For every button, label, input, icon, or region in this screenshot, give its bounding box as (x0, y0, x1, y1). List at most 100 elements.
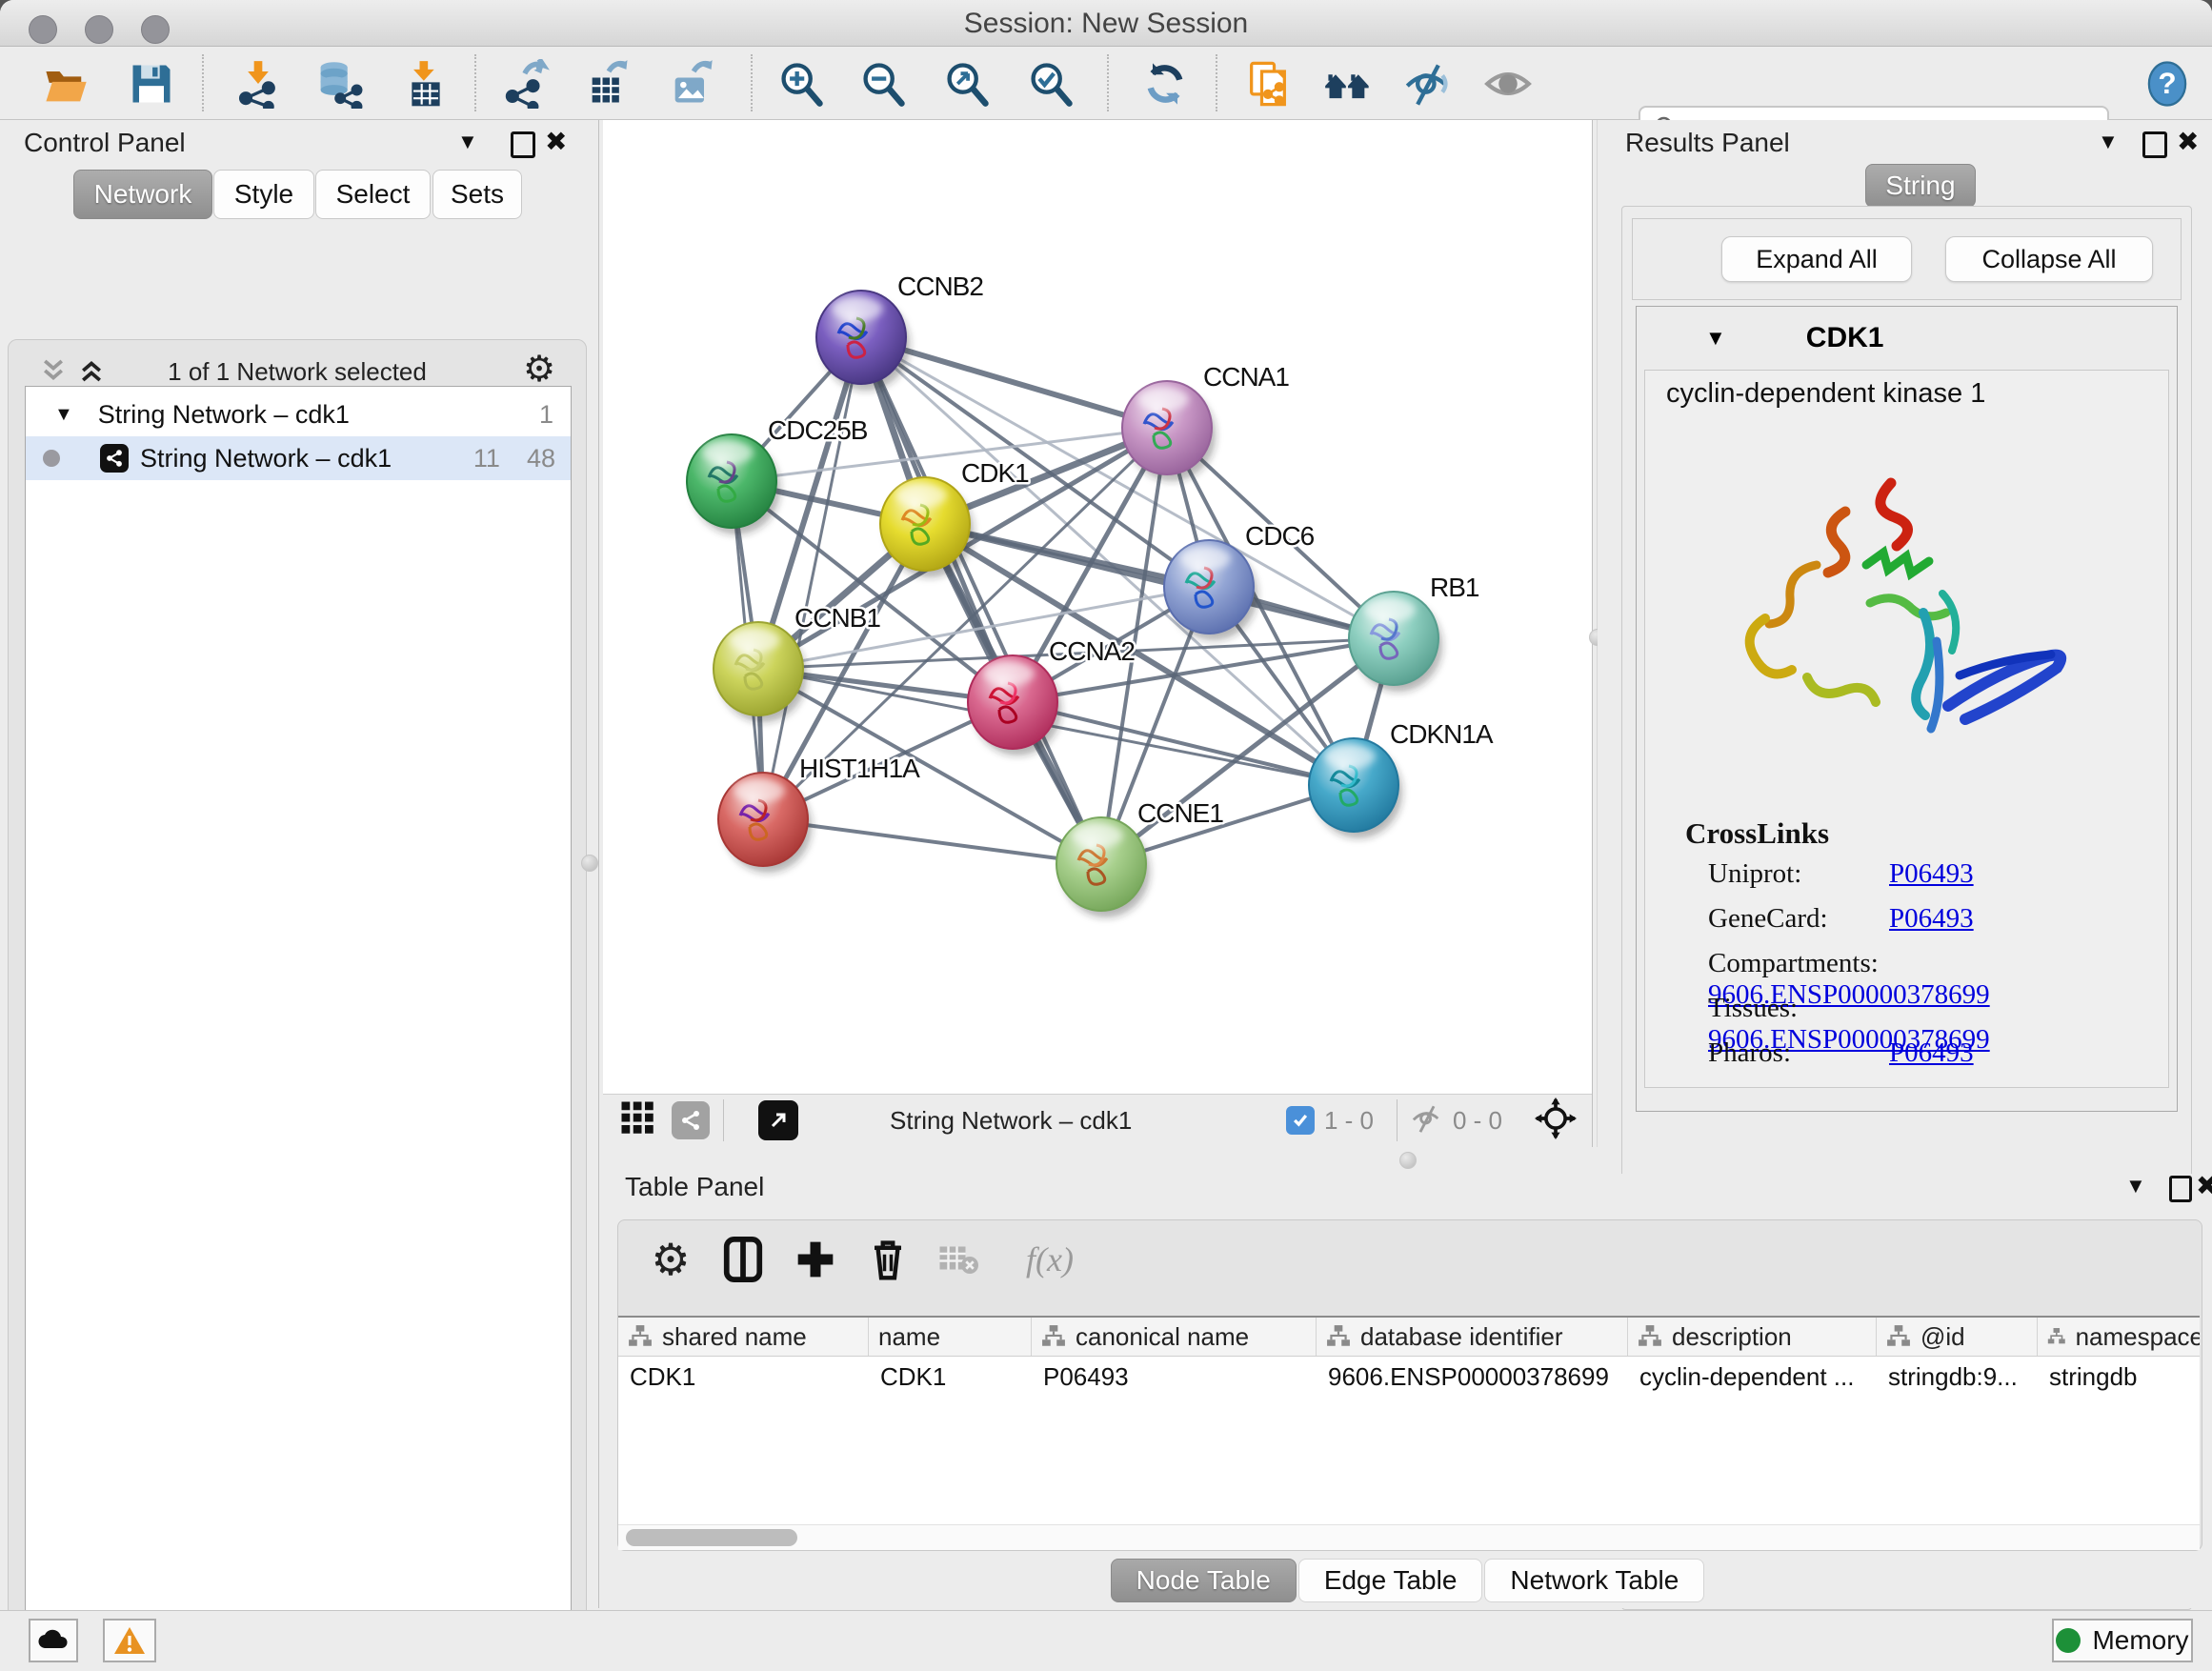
tab-node-table[interactable]: Node Table (1111, 1559, 1297, 1602)
string-style-icon[interactable] (672, 1101, 710, 1139)
bottom-splitter-handle[interactable] (1399, 1152, 1417, 1169)
eye-icon[interactable] (1482, 58, 1534, 110)
node-CCNA1[interactable] (1122, 381, 1216, 481)
control-panel-close-icon[interactable]: ✖ (545, 126, 567, 157)
node-CCNA2[interactable] (968, 655, 1061, 755)
network-view-canvas[interactable]: CCNB2CCNA1CDC25BCDK1CDC6RB1CCNB1CCNA2CDK… (603, 120, 1592, 1095)
node-CDKN1A[interactable] (1309, 738, 1402, 838)
control-panel-float-icon[interactable] (511, 131, 535, 158)
table-cell[interactable]: P06493 (1032, 1357, 1317, 1397)
edge-CCNE1-HIST1H1A[interactable] (763, 819, 1101, 864)
column-header-name[interactable]: name (869, 1318, 1032, 1356)
column-header-shared-name[interactable]: shared name (618, 1318, 869, 1356)
node-CCNB2[interactable] (816, 291, 910, 391)
help-icon[interactable]: ? (2142, 58, 2193, 110)
duplicate-network-icon[interactable] (1242, 58, 1294, 110)
hide-unhide-icon[interactable] (1402, 58, 1454, 110)
node-CDC25B[interactable] (687, 434, 780, 534)
node-RB1[interactable] (1349, 592, 1442, 692)
table-options-gear-icon[interactable]: ⚙ (645, 1234, 696, 1285)
node-CCNE1[interactable] (1056, 817, 1150, 917)
tab-sets[interactable]: Sets (432, 170, 522, 219)
table-row[interactable]: CDK1CDK1P064939606.ENSP00000378699cyclin… (618, 1357, 2200, 1397)
node-table[interactable]: shared namenamecanonical namedatabase id… (618, 1316, 2200, 1550)
expand-all-button[interactable]: Expand All (1721, 236, 1912, 282)
home-networks-icon[interactable] (1322, 58, 1374, 110)
warnings-button[interactable] (103, 1619, 156, 1662)
edge-CCNB2-HIST1H1A[interactable] (763, 337, 861, 819)
tab-edge-table[interactable]: Edge Table (1298, 1559, 1483, 1602)
cdk1-section-header[interactable]: ▼ CDK1 (1637, 307, 2177, 370)
save-session-icon[interactable] (126, 58, 177, 110)
column-header-description[interactable]: description (1628, 1318, 1877, 1356)
zoom-selected-icon[interactable] (1025, 58, 1076, 110)
shared-column-icon (1886, 1324, 1911, 1349)
refresh-icon[interactable] (1139, 58, 1191, 110)
selected-nodes-checkbox-icon[interactable] (1286, 1106, 1315, 1135)
tab-network-table[interactable]: Network Table (1484, 1559, 1704, 1602)
cloud-status-button[interactable] (29, 1619, 78, 1662)
scrollbar-thumb[interactable] (626, 1529, 797, 1546)
table-panel-float-icon[interactable] (2169, 1176, 2192, 1202)
tab-style[interactable]: Style (213, 170, 314, 219)
delete-column-icon[interactable] (862, 1234, 914, 1285)
control-panel: Control Panel ▼ ✖ NetworkStyleSelectSets… (0, 120, 598, 1608)
open-in-browser-icon[interactable] (758, 1100, 798, 1140)
show-columns-icon[interactable] (717, 1234, 769, 1285)
tab-string[interactable]: String (1865, 164, 1976, 208)
collection-expand-icon[interactable]: ▼ (54, 404, 73, 426)
zoom-fit-icon[interactable] (941, 58, 993, 110)
results-panel-close-icon[interactable]: ✖ (2177, 126, 2199, 157)
node-label-CCNA1: CCNA1 (1203, 362, 1289, 392)
column-header-database-identifier[interactable]: database identifier (1317, 1318, 1628, 1356)
crosslink-link[interactable]: P06493 (1889, 1037, 1974, 1068)
network-collection-row[interactable]: ▼ String Network – cdk1 1 (26, 393, 571, 436)
import-network-icon[interactable] (232, 58, 284, 110)
column-header-namespace[interactable]: namespace (2038, 1318, 2200, 1356)
birds-eye-view-icon[interactable] (618, 1098, 658, 1143)
zoom-out-icon[interactable] (857, 58, 909, 110)
table-cell[interactable]: stringdb:9... (1877, 1357, 2038, 1397)
export-table-icon[interactable] (583, 58, 634, 110)
table-cell[interactable]: 9606.ENSP00000378699 (1317, 1357, 1628, 1397)
export-network-icon[interactable] (501, 58, 553, 110)
tab-network[interactable]: Network (73, 170, 212, 219)
fit-selected-crosshair-icon[interactable] (1535, 1097, 1577, 1144)
table-cell[interactable]: stringdb (2038, 1357, 2200, 1397)
crosslink-link[interactable]: P06493 (1889, 903, 1974, 934)
crosslink-label: Pharos: (1708, 1037, 1889, 1069)
table-horizontal-scrollbar[interactable] (618, 1524, 2200, 1550)
left-splitter-handle[interactable] (581, 855, 598, 872)
import-network-from-database-icon[interactable] (312, 58, 364, 110)
window-title: Session: New Session (0, 8, 2212, 40)
tab-select[interactable]: Select (315, 170, 431, 219)
edge-CCNB2-CCNE1[interactable] (861, 337, 1101, 864)
column-header-canonical-name[interactable]: canonical name (1032, 1318, 1317, 1356)
table-header-row: shared namenamecanonical namedatabase id… (618, 1318, 2200, 1357)
control-panel-menu-icon[interactable]: ▼ (457, 130, 478, 154)
column-header--id[interactable]: @id (1877, 1318, 2038, 1356)
node-CDK1[interactable] (880, 477, 974, 577)
node-label-CDC6: CDC6 (1245, 521, 1315, 551)
section-collapse-icon[interactable]: ▼ (1705, 326, 1726, 351)
table-cell[interactable]: CDK1 (618, 1357, 869, 1397)
table-panel-close-icon[interactable]: ✖ (2196, 1170, 2212, 1201)
results-panel-float-icon[interactable] (2142, 131, 2167, 158)
zoom-in-icon[interactable] (775, 58, 827, 110)
edge-CDK1-RB1[interactable] (925, 524, 1394, 638)
table-cell[interactable]: cyclin-dependent ... (1628, 1357, 1877, 1397)
network-label: String Network – cdk1 (140, 444, 392, 473)
collapse-all-button[interactable]: Collapse All (1945, 236, 2153, 282)
create-column-icon[interactable] (790, 1234, 841, 1285)
memory-button[interactable]: Memory (2052, 1619, 2193, 1662)
export-image-icon[interactable] (666, 58, 717, 110)
network-options-gear-icon[interactable]: ⚙ (523, 348, 555, 391)
toolbar-separator (723, 1099, 724, 1141)
open-session-icon[interactable] (40, 58, 91, 110)
table-cell[interactable]: CDK1 (869, 1357, 1032, 1397)
import-table-icon[interactable] (400, 58, 452, 110)
network-row[interactable]: String Network – cdk1 11 48 (26, 436, 571, 480)
crosslink-link[interactable]: P06493 (1889, 858, 1974, 889)
table-panel-menu-icon[interactable]: ▼ (2125, 1174, 2146, 1198)
results-panel-menu-icon[interactable]: ▼ (2098, 130, 2119, 154)
